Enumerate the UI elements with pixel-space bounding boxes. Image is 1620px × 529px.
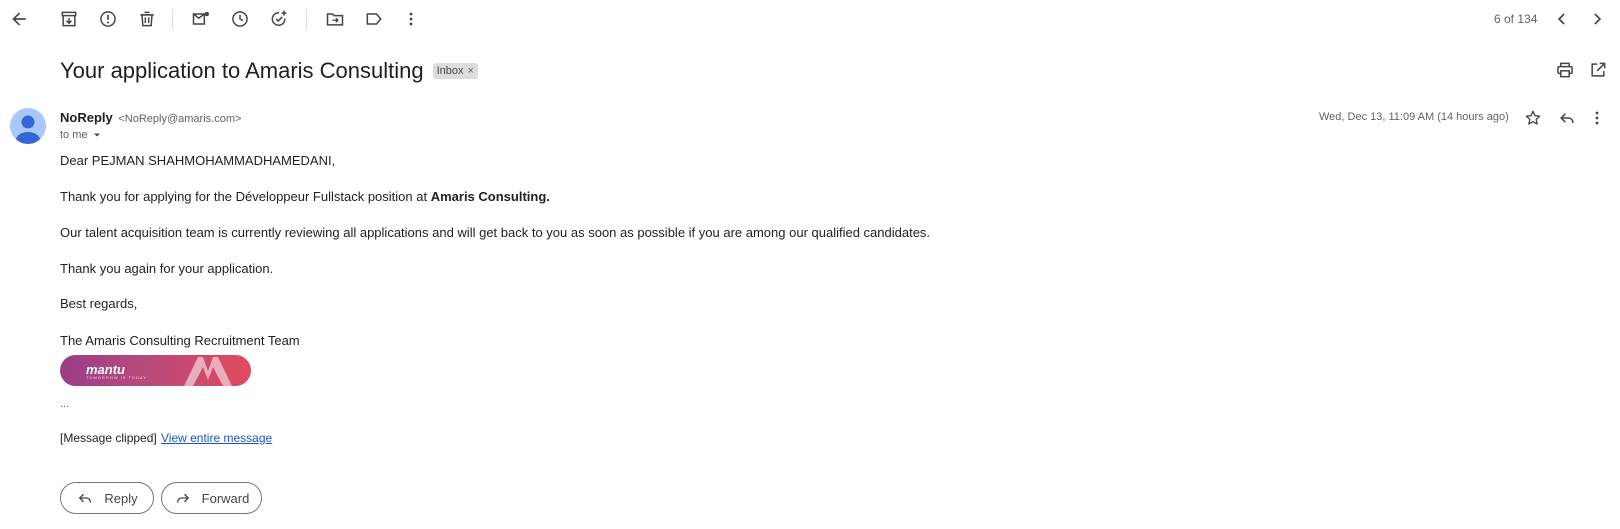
delete-icon[interactable]: [135, 7, 159, 31]
snooze-icon[interactable]: [228, 7, 252, 31]
sender-email: <NoReply@amaris.com>: [118, 113, 242, 125]
more-vert-icon[interactable]: [399, 7, 423, 31]
older-icon[interactable]: [1585, 7, 1609, 31]
reply-button-label: Reply: [104, 490, 138, 506]
reply-icon: [79, 493, 92, 503]
star-icon[interactable]: [1521, 106, 1545, 130]
body-paragraph-4: Best regards,: [60, 296, 138, 311]
view-entire-message-link[interactable]: View entire message: [161, 431, 272, 445]
sender-name[interactable]: NoReply: [60, 110, 113, 125]
toolbar: 6 of 134: [0, 0, 1620, 38]
label-chip-inbox[interactable]: Inbox ×: [432, 63, 478, 79]
to-me-label: to me: [60, 129, 88, 141]
avatar[interactable]: [10, 108, 46, 144]
sender-line: NoReply <NoReply@amaris.com>: [60, 110, 241, 125]
body-paragraph-1: Thank you for applying for the Développe…: [60, 189, 550, 204]
body-line1-company: Amaris Consulting.: [430, 189, 550, 204]
banner-m-logo-icon: [184, 357, 232, 386]
body-paragraph-3: Thank you again for your application.: [60, 261, 274, 276]
body-greeting: Dear PEJMAN SHAHMOHAMMADHAMEDANI,: [60, 153, 336, 168]
forward-icon: [176, 493, 189, 503]
add-task-icon[interactable]: [267, 7, 291, 31]
newer-icon[interactable]: [1550, 7, 1574, 31]
forward-button[interactable]: Forward: [161, 482, 262, 514]
email-date: Wed, Dec 13, 11:09 AM (14 hours ago): [1319, 111, 1509, 123]
subject-row: Your application to Amaris Consulting In…: [60, 56, 478, 86]
open-in-new-window-icon[interactable]: [1586, 58, 1610, 82]
report-spam-icon[interactable]: [96, 7, 120, 31]
mantu-banner-image: mantu TOMORROW IS TODAY: [60, 355, 251, 386]
forward-button-label: Forward: [201, 490, 250, 506]
remove-label-icon[interactable]: ×: [468, 65, 474, 77]
mark-unread-icon[interactable]: [189, 7, 213, 31]
print-icon[interactable]: [1553, 58, 1577, 82]
back-arrow-icon[interactable]: [7, 7, 31, 31]
reply-button[interactable]: Reply: [60, 482, 154, 514]
message-clipped-text: [Message clipped]: [60, 431, 157, 445]
pagination-count: 6 of 134: [1494, 12, 1538, 26]
banner-tagline: TOMORROW IS TODAY: [86, 375, 147, 380]
reply-icon[interactable]: [1555, 106, 1579, 130]
more-options-icon[interactable]: [1585, 106, 1609, 130]
quoted-text-toggle[interactable]: ...: [60, 398, 69, 410]
chevron-down-icon: [93, 133, 100, 137]
email-subject: Your application to Amaris Consulting: [60, 58, 424, 83]
label-chip-text: Inbox: [436, 65, 464, 77]
body-signature: The Amaris Consulting Recruitment Team: [60, 333, 300, 348]
label-icon[interactable]: [362, 7, 386, 31]
move-to-icon[interactable]: [323, 7, 347, 31]
toolbar-divider: [172, 9, 173, 29]
toolbar-divider: [306, 9, 307, 29]
recipient-details-toggle[interactable]: to me: [60, 129, 102, 141]
body-line1-text: Thank you for applying for the Développe…: [60, 189, 431, 204]
body-paragraph-2: Our talent acquisition team is currently…: [60, 225, 931, 240]
archive-icon[interactable]: [57, 7, 81, 31]
